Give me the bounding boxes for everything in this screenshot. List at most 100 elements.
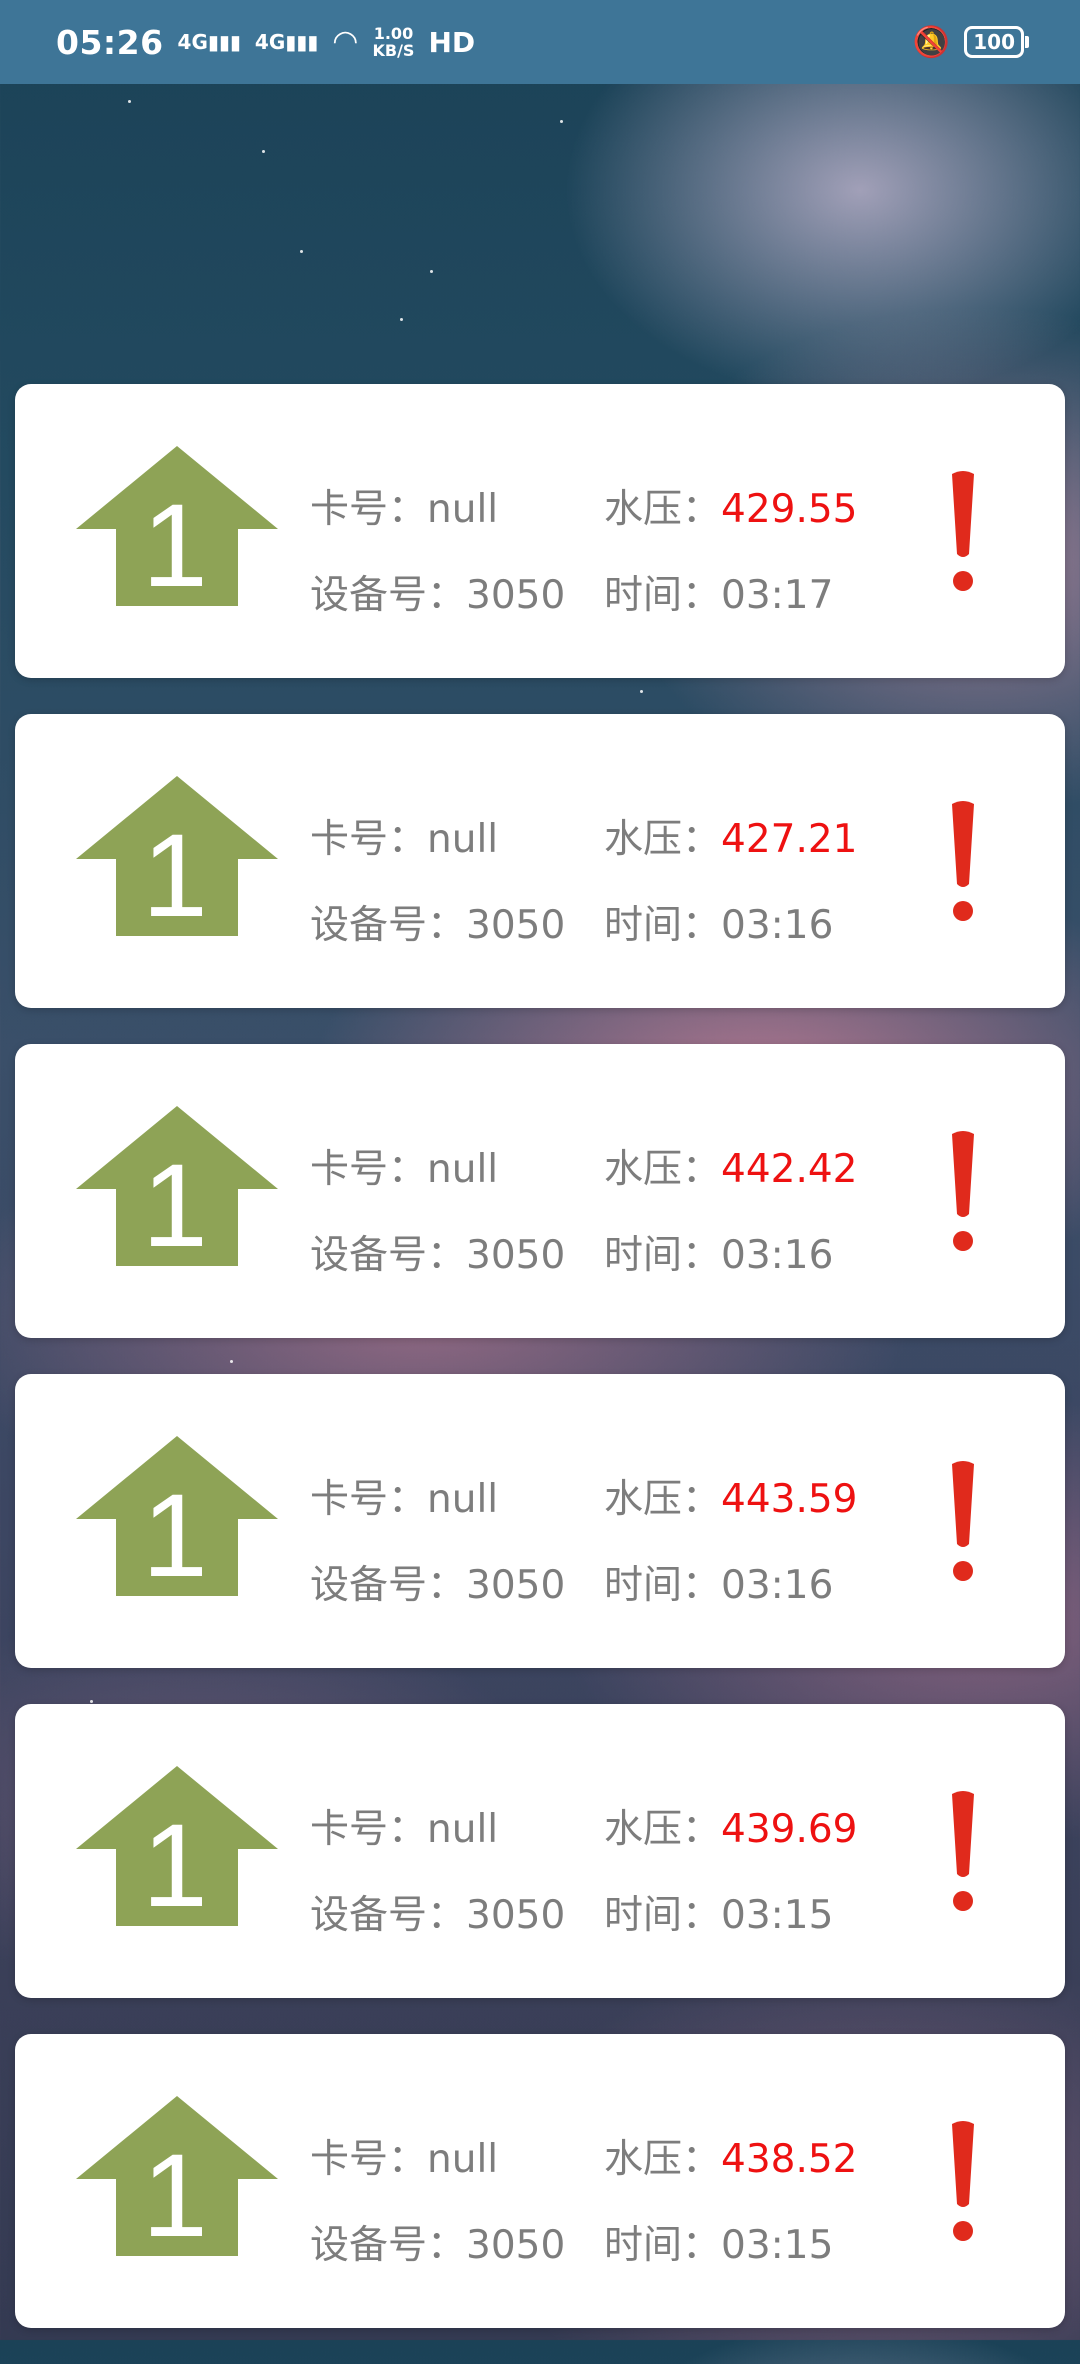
record-time: 时间：03:16 [604,1224,833,1280]
device-number: 设备号：3050 [310,2214,565,2270]
time-value: 03:15 [721,1893,834,1938]
pressure-value: 442.42 [721,1147,858,1192]
card-value: null [427,817,499,862]
record-time: 时间：03:16 [604,1554,833,1610]
house-badge-number: 1 [142,1800,208,1926]
pressure-label: 水压： [604,1477,722,1522]
pressure-label: 水压： [604,817,722,862]
alert-icon [952,801,974,921]
record-time: 时间：03:17 [604,564,833,620]
pressure-value: 443.59 [721,1477,858,1522]
device-value: 3050 [466,573,566,618]
device-label: 设备号： [310,573,467,618]
pressure-label: 水压： [604,2137,722,2182]
device-label: 设备号： [310,2223,467,2268]
device-number: 设备号：3050 [310,1884,565,1940]
record-time: 时间：03:15 [604,2214,833,2270]
card-label: 卡号： [310,487,428,532]
record-time: 时间：03:15 [604,1884,833,1940]
water-pressure: 水压：429.55 [604,478,857,534]
water-pressure: 水压：442.42 [604,1138,857,1194]
device-number: 设备号：3050 [310,894,565,950]
alert-icon [952,1791,974,1911]
wifi-icon: ◠ [332,24,359,59]
house-badge-icon: 1 [76,2096,278,2256]
house-badge-number: 1 [142,480,208,606]
card-label: 卡号： [310,1807,428,1852]
card-label: 卡号： [310,2137,428,2182]
alert-icon [952,1131,974,1251]
record-list[interactable]: 1 卡号：null 水压：429.55 设备号：3050 时间：03:17 1 … [15,384,1065,2364]
house-badge-icon: 1 [76,1106,278,1266]
record-card[interactable]: 1 卡号：null 水压：443.59 设备号：3050 时间：03:16 [15,1374,1065,1668]
device-value: 3050 [466,1893,566,1938]
device-value: 3050 [466,1563,566,1608]
card-number: 卡号：null [310,2128,498,2184]
alert-icon [952,471,974,591]
water-pressure: 水压：427.21 [604,808,857,864]
house-badge-icon: 1 [76,776,278,936]
device-value: 3050 [466,2223,566,2268]
device-number: 设备号：3050 [310,1224,565,1280]
time-value: 03:16 [721,1233,834,1278]
house-badge-icon: 1 [76,446,278,606]
device-label: 设备号： [310,1233,467,1278]
time-value: 03:17 [721,573,834,618]
card-number: 卡号：null [310,478,498,534]
record-card[interactable]: 1 卡号：null 水压：429.55 设备号：3050 时间：03:17 [15,384,1065,678]
vibrate-off-icon: 🔕 [912,24,951,60]
card-number: 卡号：null [310,1468,498,1524]
record-card[interactable]: 1 卡号：null 水压：438.52 设备号：3050 时间：03:15 [15,2034,1065,2328]
water-pressure: 水压：439.69 [604,1798,857,1854]
card-value: null [427,1477,499,1522]
pressure-label: 水压： [604,1807,722,1852]
house-badge-icon: 1 [76,1436,278,1596]
water-pressure: 水压：443.59 [604,1468,857,1524]
battery-icon: 100 [964,26,1029,58]
alert-icon [952,1461,974,1581]
card-number: 卡号：null [310,808,498,864]
card-value: null [427,2137,499,2182]
time-label: 时间： [604,1233,722,1278]
card-label: 卡号： [310,1477,428,1522]
device-number: 设备号：3050 [310,1554,565,1610]
time-label: 时间： [604,573,722,618]
device-value: 3050 [466,1233,566,1278]
card-number: 卡号：null [310,1138,498,1194]
record-card[interactable]: 1 卡号：null 水压：442.42 设备号：3050 时间：03:16 [15,1044,1065,1338]
time-label: 时间： [604,903,722,948]
card-number: 卡号：null [310,1798,498,1854]
house-badge-number: 1 [142,810,208,936]
device-label: 设备号： [310,1563,467,1608]
status-bar: 05:26 4G▮▮▮ 4G▮▮▮ ◠ 1.00 KB/S HD 🔕 100 [0,0,1080,84]
time-label: 时间： [604,1563,722,1608]
pressure-value: 429.55 [721,487,858,532]
card-value: null [427,487,499,532]
house-badge-number: 1 [142,1470,208,1596]
hd-icon: HD [428,25,476,59]
time-label: 时间： [604,1893,722,1938]
device-label: 设备号： [310,903,467,948]
clock: 05:26 [56,22,164,62]
water-pressure: 水压：438.52 [604,2128,857,2184]
pressure-value: 438.52 [721,2137,858,2182]
pressure-value: 427.21 [721,817,858,862]
pressure-label: 水压： [604,487,722,532]
cell-signal-icon: 4G▮▮▮ [177,30,241,54]
pressure-label: 水压： [604,1147,722,1192]
device-value: 3050 [466,903,566,948]
time-label: 时间： [604,2223,722,2268]
record-time: 时间：03:16 [604,894,833,950]
time-value: 03:16 [721,903,834,948]
device-number: 设备号：3050 [310,564,565,620]
pressure-value: 439.69 [721,1807,858,1852]
alert-icon [952,2121,974,2241]
house-badge-icon: 1 [76,1766,278,1926]
cell-signal-icon-2: 4G▮▮▮ [254,30,319,54]
record-card[interactable]: 1 卡号：null 水压：427.21 设备号：3050 时间：03:16 [15,714,1065,1008]
card-value: null [427,1147,499,1192]
card-value: null [427,1807,499,1852]
time-value: 03:16 [721,1563,834,1608]
house-badge-number: 1 [142,1140,208,1266]
record-card[interactable]: 1 卡号：null 水压：439.69 设备号：3050 时间：03:15 [15,1704,1065,1998]
